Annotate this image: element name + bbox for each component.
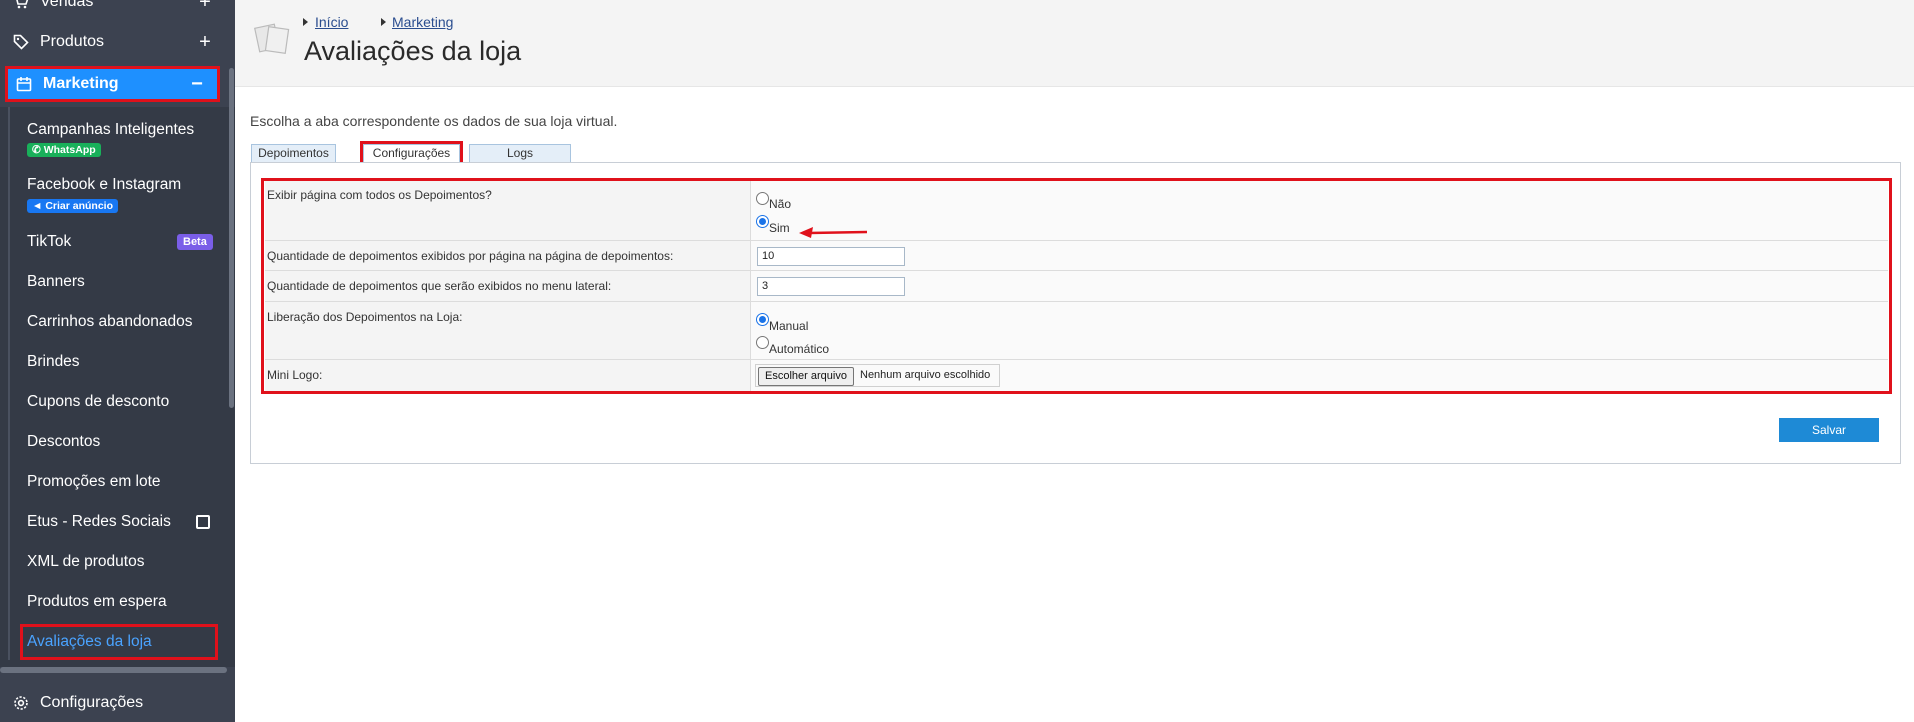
criar-anuncio-badge: ◄ Criar anúncio	[27, 196, 119, 214]
page-description: Escolha a aba correspondente os dados de…	[250, 113, 618, 129]
sidebar-item-brindes[interactable]: Brindes	[27, 353, 80, 371]
sidebar-item-etus[interactable]: Etus - Redes Sociais	[27, 513, 171, 531]
sidebar-item-configuracoes[interactable]: Configurações	[0, 683, 235, 722]
sidebar-item-vendas[interactable]: Vendas +	[0, 0, 235, 22]
sidebar-scrollbar[interactable]	[229, 68, 234, 408]
beta-badge: Beta	[177, 234, 213, 250]
sidebar-item-tiktok[interactable]: TikTok	[27, 233, 71, 251]
sidebar-item-cupons[interactable]: Cupons de desconto	[27, 393, 169, 411]
sidebar-horizontal-scrollbar[interactable]	[0, 667, 227, 673]
sidebar: Vendas + Produtos + Marketing − Campanha…	[0, 0, 235, 722]
save-button[interactable]: Salvar	[1779, 418, 1879, 442]
sidebar-item-label: Marketing	[43, 75, 119, 92]
sidebar-item-promocoes[interactable]: Promoções em lote	[27, 473, 161, 491]
documents-icon	[254, 23, 290, 54]
whatsapp-icon: ✆	[32, 144, 41, 156]
sidebar-item-label: Configurações	[40, 694, 144, 711]
plus-icon[interactable]: +	[195, 32, 215, 52]
sidebar-item-marketing[interactable]: Marketing −	[5, 66, 220, 102]
badge-label: WhatsApp	[43, 144, 96, 156]
tab-depoimentos[interactable]: Depoimentos	[251, 144, 336, 163]
sidebar-item-descontos[interactable]: Descontos	[27, 433, 100, 451]
breadcrumb-arrow-icon	[381, 18, 386, 26]
highlight-box-avaliacoes	[20, 624, 218, 660]
red-arrow-annotation	[799, 227, 868, 238]
calendar-icon	[14, 74, 34, 94]
tag-icon	[11, 32, 31, 52]
sidebar-item-banners[interactable]: Banners	[27, 273, 85, 291]
tab-logs[interactable]: Logs	[469, 144, 571, 163]
cart-icon	[11, 0, 31, 12]
sidebar-item-produtos[interactable]: Produtos +	[0, 22, 235, 62]
submenu-guide-line	[8, 107, 10, 660]
breadcrumb-inicio[interactable]: Início	[315, 14, 348, 30]
highlight-box-form	[261, 178, 1892, 394]
sidebar-item-carrinhos[interactable]: Carrinhos abandonados	[27, 313, 192, 331]
sidebar-item-espera[interactable]: Produtos em espera	[27, 593, 167, 611]
breadcrumb-marketing[interactable]: Marketing	[392, 14, 453, 30]
plus-icon[interactable]: +	[195, 0, 215, 12]
megaphone-icon: ◄	[32, 200, 43, 212]
page-title: Avaliações da loja	[304, 36, 522, 66]
page-header: Início Marketing Avaliações da loja	[235, 0, 1914, 87]
sidebar-item-label: Produtos	[40, 33, 105, 50]
sidebar-item-xml[interactable]: XML de produtos	[27, 553, 144, 571]
badge-label: Criar anúncio	[45, 200, 114, 212]
sidebar-item-campanhas[interactable]: Campanhas Inteligentes	[27, 121, 194, 139]
sidebar-item-label: TikTok	[27, 233, 72, 250]
minus-icon[interactable]: −	[187, 74, 207, 94]
breadcrumb-arrow-icon	[303, 18, 308, 26]
gear-icon	[11, 693, 31, 713]
external-link-icon[interactable]	[196, 515, 210, 529]
sidebar-item-label: Vendas	[40, 0, 94, 10]
whatsapp-badge: ✆ WhatsApp	[27, 140, 101, 158]
sidebar-item-facebook[interactable]: Facebook e Instagram	[27, 176, 181, 194]
